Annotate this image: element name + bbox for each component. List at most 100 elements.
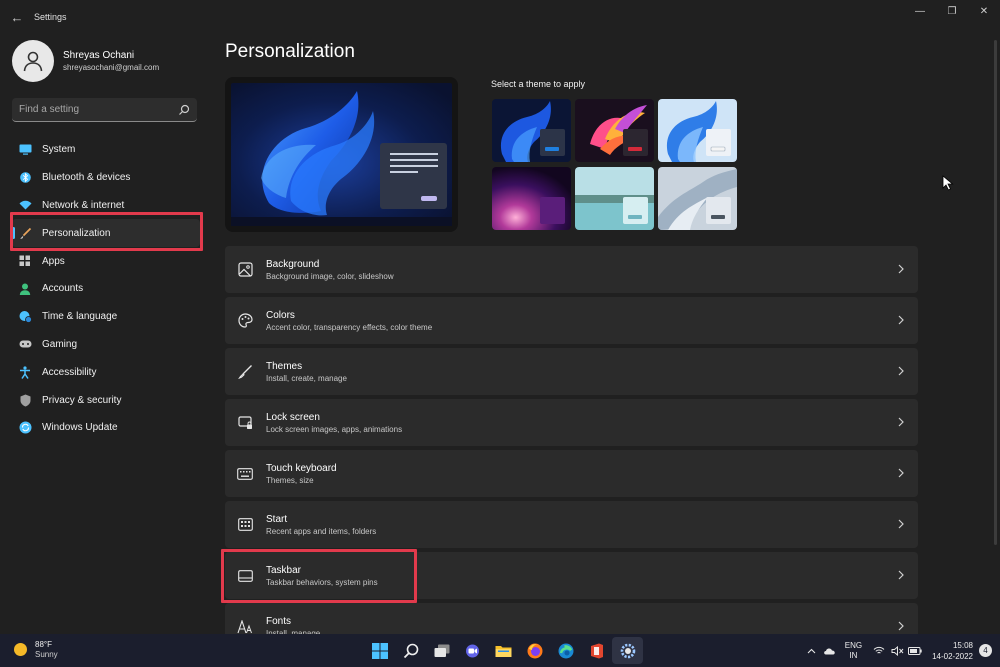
battery-icon[interactable] bbox=[906, 646, 924, 655]
keyboard-icon bbox=[237, 466, 253, 482]
profile-name: Shreyas Ochani bbox=[63, 50, 135, 61]
weather-condition: Sunny bbox=[35, 650, 58, 659]
user-profile[interactable]: Shreyas Ochani shreyasochani@gmail.com bbox=[12, 40, 159, 82]
shield-icon bbox=[18, 393, 32, 407]
card-subtitle: Background image, color, slideshow bbox=[266, 271, 394, 281]
monitor-icon bbox=[18, 143, 32, 157]
file-explorer-icon[interactable] bbox=[488, 637, 519, 664]
card-background[interactable]: Background Background image, color, slid… bbox=[225, 246, 918, 293]
card-title: Start bbox=[266, 513, 288, 525]
card-start[interactable]: Start Recent apps and items, folders bbox=[225, 501, 918, 548]
chat-icon[interactable] bbox=[457, 637, 488, 664]
person-icon bbox=[23, 51, 43, 72]
chevron-right-icon bbox=[898, 570, 904, 580]
update-icon bbox=[18, 421, 32, 435]
person-icon bbox=[18, 282, 32, 296]
sidebar-item-label: Accounts bbox=[42, 283, 84, 295]
theme-grid bbox=[492, 99, 737, 230]
theme-tile-captured-motion[interactable] bbox=[492, 167, 571, 230]
main-content: Personalization Select a theme to apply … bbox=[225, 34, 925, 650]
card-touch-keyboard[interactable]: Touch keyboard Themes, size bbox=[225, 450, 918, 497]
palette-icon bbox=[237, 313, 253, 329]
minimize-icon[interactable]: — bbox=[904, 0, 936, 22]
sidebar-item-accessibility[interactable]: Accessibility bbox=[12, 358, 200, 386]
card-themes[interactable]: Themes Install, create, manage bbox=[225, 348, 918, 395]
chevron-right-icon bbox=[898, 468, 904, 478]
theme-tile-glow[interactable] bbox=[575, 99, 654, 162]
card-colors[interactable]: Colors Accent color, transparency effect… bbox=[225, 297, 918, 344]
close-icon[interactable]: ✕ bbox=[968, 0, 1000, 22]
theme-tile-windows-light[interactable] bbox=[658, 99, 737, 162]
chevron-right-icon bbox=[898, 366, 904, 376]
task-view-icon[interactable] bbox=[426, 637, 457, 664]
sidebar-item-label: Gaming bbox=[42, 338, 78, 350]
office-icon[interactable] bbox=[581, 637, 612, 664]
sidebar-item-label: Network & internet bbox=[42, 199, 125, 211]
sidebar-item-privacy-security[interactable]: Privacy & security bbox=[12, 386, 200, 414]
chevron-right-icon bbox=[898, 417, 904, 427]
gamepad-icon bbox=[18, 337, 32, 351]
nav-list: System Bluetooth & devices Network & int… bbox=[12, 136, 200, 442]
fonts-icon bbox=[237, 619, 253, 635]
chevron-up-icon[interactable] bbox=[803, 648, 821, 654]
card-lock-screen[interactable]: Lock screen Lock screen images, apps, an… bbox=[225, 399, 918, 446]
card-subtitle: Install, create, manage bbox=[266, 373, 347, 383]
bluetooth-icon bbox=[18, 171, 32, 185]
mouse-cursor-icon bbox=[942, 175, 954, 191]
restore-icon[interactable]: ❐ bbox=[936, 0, 968, 22]
apps-icon bbox=[18, 254, 32, 268]
sidebar-item-time-language[interactable]: Time & language bbox=[12, 303, 200, 331]
search-box[interactable] bbox=[12, 98, 197, 122]
clock-time: 15:08 bbox=[952, 640, 973, 650]
sidebar-item-gaming[interactable]: Gaming bbox=[12, 331, 200, 359]
search-icon[interactable] bbox=[395, 637, 426, 664]
profile-email: shreyasochani@gmail.com bbox=[63, 63, 160, 72]
sidebar: Shreyas Ochani shreyasochani@gmail.com S… bbox=[0, 34, 210, 634]
vertical-scrollbar[interactable] bbox=[994, 40, 997, 545]
card-subtitle: Recent apps and items, folders bbox=[266, 526, 377, 536]
card-subtitle: Accent color, transparency effects, colo… bbox=[266, 322, 433, 332]
sidebar-item-apps[interactable]: Apps bbox=[12, 247, 200, 275]
wifi-icon[interactable] bbox=[870, 646, 888, 655]
language-line2: IN bbox=[849, 650, 858, 660]
sidebar-item-system[interactable]: System bbox=[12, 136, 200, 164]
sidebar-item-windows-update[interactable]: Windows Update bbox=[12, 414, 200, 442]
sidebar-item-bluetooth[interactable]: Bluetooth & devices bbox=[12, 164, 200, 192]
notification-badge[interactable]: 4 bbox=[979, 644, 992, 657]
theme-tile-windows-dark[interactable] bbox=[492, 99, 571, 162]
image-icon bbox=[237, 262, 253, 278]
card-title: Background bbox=[266, 258, 320, 270]
lock-screen-icon bbox=[237, 415, 253, 431]
avatar bbox=[12, 40, 54, 82]
clock[interactable]: 15:08 14-02-2022 bbox=[932, 640, 973, 662]
back-arrow-icon[interactable]: ← bbox=[2, 10, 32, 25]
desktop-preview-image bbox=[231, 83, 452, 226]
window-controls: — ❐ ✕ bbox=[904, 0, 1000, 22]
accessibility-icon bbox=[18, 365, 32, 379]
search-icon[interactable] bbox=[178, 104, 190, 116]
theme-tile-sunrise[interactable] bbox=[575, 167, 654, 230]
card-title: Themes bbox=[266, 360, 303, 372]
settings-icon[interactable] bbox=[612, 637, 643, 664]
windows-start-icon[interactable] bbox=[364, 637, 395, 664]
sidebar-item-label: Privacy & security bbox=[42, 394, 122, 406]
firefox-icon[interactable] bbox=[519, 637, 550, 664]
card-subtitle: Themes, size bbox=[266, 475, 314, 485]
edge-icon[interactable] bbox=[550, 637, 581, 664]
volume-muted-icon[interactable] bbox=[888, 645, 906, 656]
weather-widget[interactable]: 88°F Sunny bbox=[14, 640, 58, 659]
theme-tile-flow[interactable] bbox=[658, 167, 737, 230]
chevron-right-icon bbox=[898, 315, 904, 325]
weather-temp: 88°F bbox=[35, 640, 52, 649]
taskbar-apps bbox=[364, 637, 643, 664]
language-line1: ENG bbox=[844, 640, 863, 650]
card-title: Touch keyboard bbox=[266, 462, 337, 474]
cloud-icon[interactable] bbox=[821, 647, 839, 655]
sidebar-item-accounts[interactable]: Accounts bbox=[12, 275, 200, 303]
sidebar-item-label: System bbox=[42, 144, 76, 156]
highlight-box-taskbar bbox=[221, 549, 417, 603]
language-indicator[interactable]: ENG IN bbox=[845, 641, 862, 661]
theme-preview bbox=[225, 77, 458, 232]
highlight-box-personalization bbox=[10, 212, 203, 251]
search-input[interactable] bbox=[19, 104, 178, 115]
